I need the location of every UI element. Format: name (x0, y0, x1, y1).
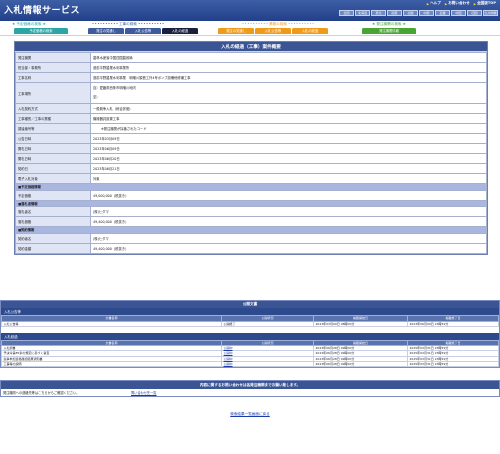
panel-title: 入札の経過（工事）案件概要 (15, 42, 487, 52)
document-name: 入札公告等 (1, 320, 222, 327)
doc-group-heading: 入札公告等 (1, 308, 499, 315)
group-label-expected-price: ★ 予定価格の検索 ★ (12, 22, 46, 26)
triangle-icon: ▶ (426, 1, 430, 6)
group-label-construction: • • • • • • • • • • 工事の検索 • • • • • • • … (92, 22, 164, 26)
tabs-agency: 発注機関情報 (362, 27, 416, 34)
back-to-results-link[interactable]: 検索結果一覧画面に戻る (0, 412, 500, 417)
utility-links: ▶ ヘルプ ▶ お問い合わせ ▶ 全国版TOP (427, 1, 496, 6)
table-row: 契約日 2023年06月21日 (15, 163, 487, 174)
table-row: 開札日時 2023年06月09日 (15, 143, 487, 154)
tabs-construction: 発注の見通し 入札公告等 入札の経過 (88, 27, 198, 34)
inquiry-row: 発注機関への連絡先等はこちらからご確認ください。 問い合わせ先一覧 (1, 389, 499, 396)
table-row: 予定価格 49,000,000（税抜き） (15, 189, 487, 201)
region-button[interactable]: 関東 (387, 10, 402, 16)
group-label-service: • • • • • • • • • • 業務の検索 • • • • • • • … (242, 22, 314, 26)
inquiry-panel: 内容に関するお問い合わせは各発注機関までお願い致します。 発注機関への連絡先等は… (0, 380, 500, 397)
inquiry-title: 内容に関するお問い合わせは各発注機関までお願い致します。 (1, 381, 499, 389)
tab-agency-info[interactable]: 発注機関情報 (362, 27, 416, 34)
region-button[interactable]: 中部 (419, 10, 434, 16)
table-row: 契約金額 49,400,000（税抜き） (15, 242, 487, 254)
region-button[interactable]: 北海道 (355, 10, 370, 16)
group-label-agency: ★ 発注機関の検索 ★ (372, 22, 406, 26)
table-row: 調達番号等 ※発注機関が採番されたコード (15, 123, 487, 134)
public-documents-panel: 公開文書 入札公告等 文書名称 公開状況 掲載開始日 掲載終了日 入札公告等 公… (0, 300, 500, 368)
region-button[interactable]: 東北 (371, 10, 386, 16)
table-row: 担当部・事務所 道前平野農業水利事業所 (15, 62, 487, 73)
region-button[interactable]: 四国 (467, 10, 482, 16)
table-row: 工事等の説明 公開中 2023年06月28日 09時00分 2025年03月31… (1, 360, 499, 367)
table-row: 発注機関 農林水産省中国四国農政局 (15, 52, 487, 63)
inquiry-label: 発注機関への連絡先等はこちらからご確認ください。 (3, 391, 80, 395)
region-button[interactable]: 全国 (339, 10, 354, 16)
top-link[interactable]: ▶ 全国版TOP (474, 1, 496, 6)
table-row: 公告日時 2023年03月09日 (15, 133, 487, 144)
doc-group-heading: 入札経過 (1, 332, 499, 340)
table-row: 工事名称 道前平野農業水利事業 明増川頭首工外4号ポンプ設備他修補工事 (15, 72, 487, 83)
contact-link[interactable]: ▶ お問い合わせ (445, 1, 470, 6)
region-button[interactable]: 北陸 (403, 10, 418, 16)
tab-service-result[interactable]: 入札の経過 (292, 27, 328, 34)
triangle-icon: ▶ (473, 1, 477, 6)
table-row: 落札者名 (株)ヒダマ (15, 206, 487, 217)
tabs-service: 発注の見通し 入札公告等 入札の経過 (218, 27, 328, 34)
help-link[interactable]: ▶ ヘルプ (427, 1, 441, 6)
tabs-expected-price: 予定価格の検索 (14, 27, 68, 34)
tab-service-notice[interactable]: 入札公告等 (255, 27, 291, 34)
tab-construction-notice[interactable]: 入札公告等 (125, 27, 161, 34)
triangle-icon: ▶ (444, 1, 448, 6)
region-button[interactable]: 中国 (451, 10, 466, 16)
tab-expected-price-search[interactable]: 予定価格の検索 (14, 27, 68, 34)
table-row: 工事場所 自）愛媛県西条市明増川地内 至） (15, 82, 487, 104)
table-row: 入札公告等 公開終了 2023年03月09日 08時00分 2023年06月09… (1, 320, 499, 327)
documents-table-notice: 文書名称 公開状況 掲載開始日 掲載終了日 入札公告等 公開終了 2023年03… (1, 315, 499, 327)
documents-table-result: 文書名称 公開状況 掲載開始日 掲載終了日 入札調書 公開中 2023年06月2… (1, 339, 499, 367)
document-name: 工事等の説明 (1, 360, 222, 367)
project-summary-panel: 入札の経過（工事）案件概要 発注機関 農林水産省中国四国農政局 担当部・事務所 道前… (14, 41, 488, 255)
site-header: 入札情報サービス ▶ ヘルプ ▶ お問い合わせ ▶ 全国版TOP 全国 北海道 東北 … (0, 0, 500, 21)
region-buttons: 全国 北海道 東北 関東 北陸 中部 近畿 中国 四国 九州沖縄 (339, 10, 498, 16)
table-row: 電子入札対象 対象 (15, 173, 487, 184)
table-row: 工事種別／工事の業種 機械器具設置工事 (15, 113, 487, 124)
table-row: 開札日時 2023年06月20日 (15, 153, 487, 164)
app-title: 入札情報サービス (4, 6, 81, 16)
document-status: 公開終了 (221, 320, 314, 327)
table-row: 落札価格 49,400,000（税抜き） (15, 216, 487, 227)
document-status-link[interactable]: 公開中 (221, 360, 314, 367)
table-row: 入札契約方式 一般競争入札（総合評価） (15, 103, 487, 114)
tab-construction-outlook[interactable]: 発注の見通し (88, 27, 124, 34)
search-menu: ★ 予定価格の検索 ★ • • • • • • • • • • 工事の検索 • … (0, 21, 500, 36)
documents-title: 公開文書 (1, 301, 499, 308)
tab-service-outlook[interactable]: 発注の見通し (218, 27, 254, 34)
project-summary-table: 発注機関 農林水産省中国四国農政局 担当部・事務所 道前平野農業水利事業所 工事名称… (15, 52, 487, 254)
region-button[interactable]: 近畿 (435, 10, 450, 16)
tab-construction-result[interactable]: 入札の経過 (162, 27, 198, 34)
region-button[interactable]: 九州沖縄 (483, 10, 498, 16)
table-row: 契約者名 (株)ヒダマ (15, 232, 487, 244)
contact-list-link[interactable]: 問い合わせ先一覧 (131, 390, 157, 395)
